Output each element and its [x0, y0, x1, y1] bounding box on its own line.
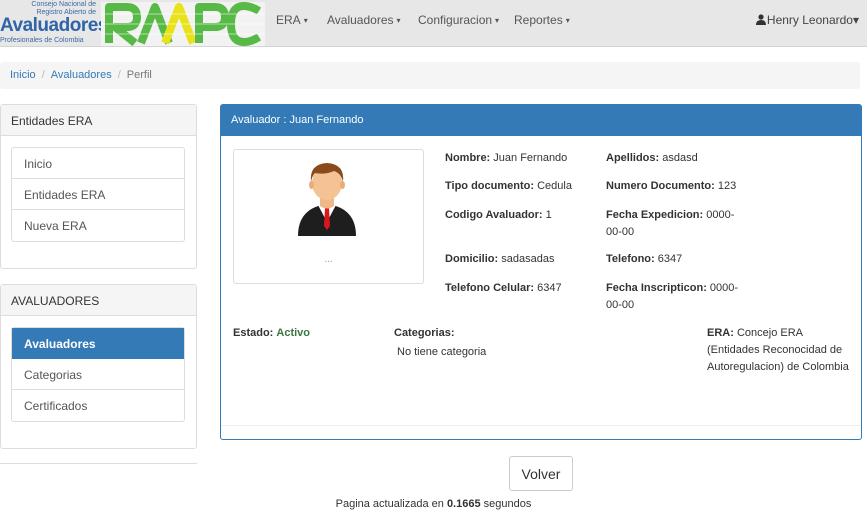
codigo-avaluador-value: 1: [545, 209, 552, 221]
timing-value: 0.1665: [446, 498, 481, 510]
user-menu[interactable]: Henry Leonardo▾: [755, 13, 859, 27]
tipo-documento-value: Cedula: [537, 180, 572, 192]
fecha-expedicion-field: Fecha Expedicion: 0000-00-00: [606, 207, 746, 241]
avaluador-profile-panel: Avaluador : Juan Fernando ... Nombre: Ju…: [220, 104, 862, 440]
avaluadores-list: Avaluadores Categorias Certificados: [11, 327, 185, 422]
breadcrumb-separator: /: [117, 69, 121, 81]
page-timing-text: Pagina actualizada en 0.1665 segundos: [0, 498, 867, 510]
sidebar-item-avaluadores[interactable]: Avaluadores: [12, 328, 184, 359]
raapc-logo[interactable]: [101, 2, 265, 46]
nav-era-label: ERA: [276, 13, 301, 27]
tipo-documento-label: Tipo documento:: [445, 180, 535, 192]
profile-panel-title: Avaluador : Juan Fernando: [221, 105, 861, 136]
nav-reportes[interactable]: Reportes ▾: [514, 13, 570, 27]
fecha-expedicion-label: Fecha Expedicion:: [606, 209, 704, 221]
breadcrumb-inicio[interactable]: Inicio: [10, 69, 36, 81]
numero-documento-field: Numero Documento: 123: [606, 178, 736, 195]
caret-down-icon: ▾: [852, 13, 859, 27]
breadcrumb-current: Perfil: [126, 69, 152, 81]
timing-prefix: Pagina actualizada en: [335, 498, 444, 510]
era-field: ERA: Concejo ERA (Entidades Reconocidad …: [707, 325, 857, 376]
estado-field: Estado: Activo: [233, 325, 310, 342]
apellidos-value: asdasd: [662, 152, 698, 164]
tipo-documento-field: Tipo documento: Cedula: [445, 178, 572, 195]
brand-block[interactable]: Consejo Nacional de Registro Abierto de …: [0, 0, 108, 47]
breadcrumb-separator: /: [41, 69, 45, 81]
brand-line-1: Consejo Nacional de: [31, 1, 96, 8]
nombre-value: Juan Fernando: [493, 152, 568, 164]
categorias-value: No tiene categoria: [397, 346, 487, 358]
caret-down-icon: ▾: [303, 16, 308, 25]
telefono-field: Telefono: 6347: [606, 251, 682, 268]
nav-era[interactable]: ERA ▾: [276, 13, 308, 27]
estado-badge: Activo: [276, 327, 311, 339]
codigo-avaluador-field: Codigo Avaluador: 1: [445, 207, 552, 224]
volver-button[interactable]: Volver: [509, 456, 573, 491]
entidades-era-title: Entidades ERA: [1, 105, 196, 136]
nav-reportes-label: Reportes: [514, 13, 563, 27]
entidades-era-panel: Entidades ERA Inicio Entidades ERA Nueva…: [0, 104, 197, 269]
sidebar-item-nueva-era[interactable]: Nueva ERA: [12, 210, 184, 241]
domicilio-field: Domicilio: sadasadas: [445, 251, 554, 268]
sidebar-divider: [0, 463, 197, 464]
nav-configuracion[interactable]: Configuracion ▾: [418, 13, 499, 27]
breadcrumb: Inicio / Avaluadores / Perfil: [0, 62, 860, 89]
domicilio-value: sadasadas: [501, 253, 555, 265]
telefono-value: 6347: [657, 253, 683, 265]
numero-documento-label: Numero Documento:: [606, 180, 715, 192]
telefono-celular-field: Telefono Celular: 6347: [445, 280, 562, 297]
brand-title: Avaluadores: [0, 15, 108, 36]
panel-footer-divider: [221, 425, 861, 426]
categorias-label: Categorias:: [394, 327, 455, 339]
fecha-inscripcion-label: Fecha Inscripticon:: [606, 282, 707, 294]
avatar-icon: [298, 163, 356, 236]
nombre-label: Nombre:: [445, 152, 491, 164]
sidebar-item-certificados[interactable]: Certificados: [12, 390, 184, 421]
telefono-celular-label: Telefono Celular:: [445, 282, 535, 294]
nombre-field: Nombre: Juan Fernando: [445, 150, 567, 167]
caret-down-icon: ▾: [495, 16, 500, 25]
nav-avaluadores[interactable]: Avaluadores ▾: [327, 13, 401, 27]
entidades-era-list: Inicio Entidades ERA Nueva ERA: [11, 147, 185, 242]
domicilio-label: Domicilio:: [445, 253, 499, 265]
apellidos-field: Apellidos: asdasd: [606, 150, 698, 167]
user-name: Henry Leonardo: [766, 13, 853, 27]
nav-avaluadores-label: Avaluadores: [327, 13, 394, 27]
avaluadores-panel: AVALUADORES Avaluadores Categorias Certi…: [0, 284, 197, 449]
telefono-celular-value: 6347: [537, 282, 562, 294]
top-navbar: Consejo Nacional de Registro Abierto de …: [0, 0, 867, 47]
profile-photo: ...: [233, 149, 424, 284]
caret-down-icon: ▾: [565, 16, 570, 25]
fecha-inscripcion-field: Fecha Inscripticon: 0000-00-00: [606, 280, 746, 314]
photo-caption: ...: [324, 254, 333, 265]
brand-line-4: Profesionales de Colombia: [0, 37, 84, 44]
estado-label: Estado:: [233, 327, 274, 339]
era-label: ERA:: [707, 327, 734, 339]
sidebar-item-entidades-era[interactable]: Entidades ERA: [12, 179, 184, 210]
telefono-label: Telefono:: [606, 253, 655, 265]
sidebar-item-inicio[interactable]: Inicio: [12, 148, 184, 179]
codigo-avaluador-label: Codigo Avaluador:: [445, 209, 543, 221]
categorias-field: Categorias:: [394, 325, 455, 342]
timing-suffix: segundos: [483, 498, 532, 510]
numero-documento-value: 123: [717, 180, 737, 192]
sidebar-item-categorias[interactable]: Categorias: [12, 359, 184, 390]
nav-configuracion-label: Configuracion: [418, 13, 493, 27]
avaluadores-panel-title: AVALUADORES: [1, 285, 196, 316]
caret-down-icon: ▾: [396, 16, 401, 25]
breadcrumb-avaluadores[interactable]: Avaluadores: [51, 69, 112, 81]
user-icon: [755, 14, 766, 25]
apellidos-label: Apellidos:: [606, 152, 660, 164]
